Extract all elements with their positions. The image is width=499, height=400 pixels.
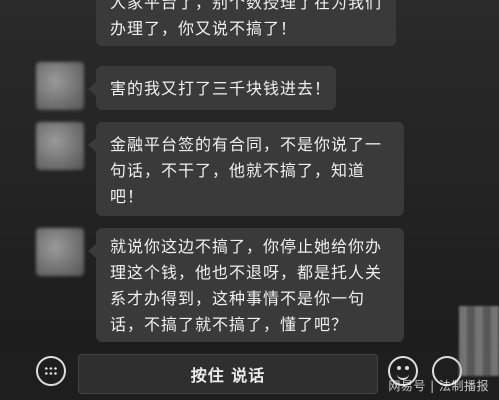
message-text: 系才办得到，这种事情不是你一句 <box>110 289 366 308</box>
message-text: 害的我又打了三千块钱进去！ <box>110 79 332 98</box>
keyboard-icon[interactable] <box>36 356 66 386</box>
watermark: 网易号 | 法制播报 <box>388 379 489 393</box>
keyboard-dots <box>44 366 58 376</box>
avatar[interactable] <box>36 62 84 110</box>
message-text: 话，不搞了就不搞了，懂了吧？ <box>110 315 349 334</box>
message-text: 办理了，你又说不搞了！ <box>110 19 298 38</box>
message-bubble-3: 就说你这边不搞了，你停止她给你办 理这个钱，他也不退呀，都是托人关 系才办得到，… <box>88 228 404 342</box>
message-bubble-0: 人家平台了，别个数授理了在为我们 办理了，你又说不搞了！ <box>96 0 396 46</box>
message-text: 句话，不干了，他就不搞了，知道 <box>110 161 366 180</box>
hold-to-talk-button[interactable]: 按住 说话 <box>78 354 378 394</box>
chat-screen: 人家平台了，别个数授理了在为我们 办理了，你又说不搞了！ 害的我又打了三千块钱进… <box>0 0 499 400</box>
message-text: 就说你这边不搞了，你停止她给你办 <box>110 237 383 256</box>
avatar[interactable] <box>36 122 84 170</box>
message-bubble-2: 金融平台签的有合同，不是你说了一 句话，不干了，他就不搞了，知道 吧！ <box>88 122 404 216</box>
avatar[interactable] <box>36 228 84 276</box>
message-text: 理这个钱，他也不退呀，都是托人关 <box>110 263 383 282</box>
emoji-eye <box>397 366 401 370</box>
message-text: 人家平台了，别个数授理了在为我们 <box>110 0 383 12</box>
message-text: 吧！ <box>110 187 145 206</box>
message-bubble-1: 害的我又打了三千块钱进去！ <box>88 66 336 110</box>
mosaic-blur <box>459 306 499 376</box>
emoji-eye <box>405 366 409 370</box>
message-text: 金融平台签的有合同，不是你说了一 <box>110 135 383 154</box>
